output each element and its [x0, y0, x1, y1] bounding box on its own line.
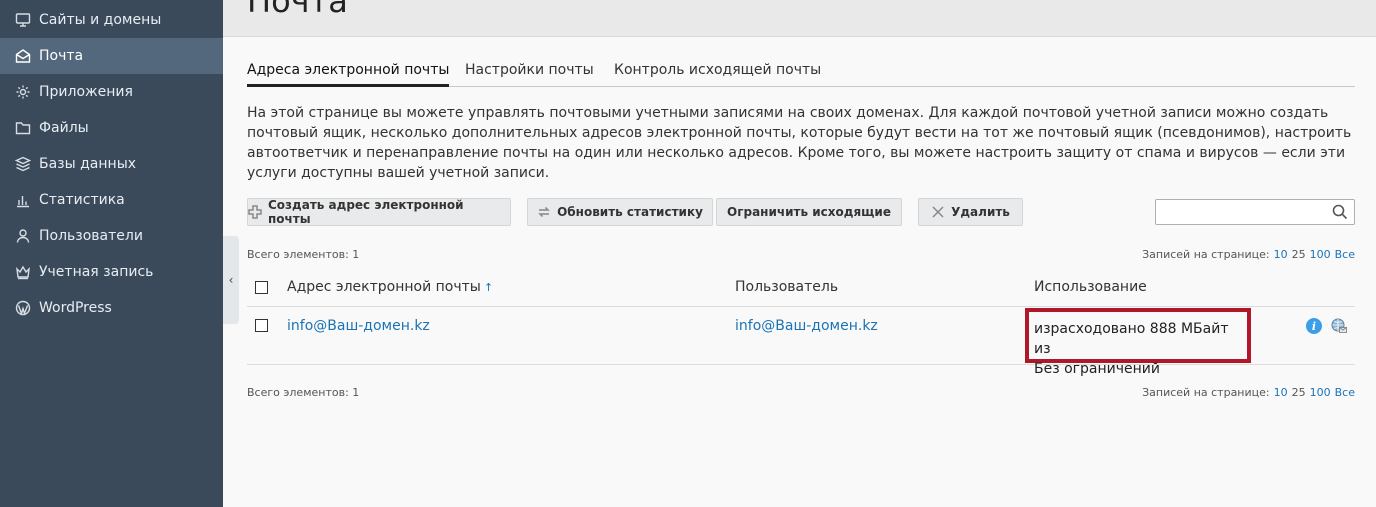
close-icon	[931, 205, 945, 219]
tab-outgoing-mail-control[interactable]: Контроль исходящей почты	[614, 62, 821, 87]
usage-cell-highlight: израсходовано 888 МБайт из Без ограничен…	[1025, 308, 1251, 377]
table-row: info@Ваш-домен.kz info@Ваш-домен.kz изра…	[247, 307, 1355, 377]
page-description: На этой странице вы можете управлять поч…	[247, 105, 1352, 181]
limit-outgoing-label: Ограничить исходящие	[727, 205, 891, 219]
crown-icon	[15, 264, 31, 280]
search-box	[1155, 199, 1355, 225]
user-icon	[15, 228, 31, 244]
sidebar-item-label: Пользователи	[39, 228, 143, 244]
chevron-left-icon: ‹	[228, 273, 234, 287]
sidebar-item-statistics[interactable]: Статистика	[0, 182, 223, 218]
per-page-option-25: 25	[1291, 248, 1306, 261]
sidebar-item-label: Базы данных	[39, 156, 137, 172]
sidebar-item-files[interactable]: Файлы	[0, 110, 223, 146]
sidebar-item-label: Учетная запись	[39, 264, 154, 280]
table-header: Адрес электронной почты ↑ Пользователь Ис…	[247, 270, 1355, 307]
sidebar-item-applications[interactable]: Приложения	[0, 74, 223, 110]
sidebar-item-mail[interactable]: Почта	[0, 38, 223, 74]
limit-outgoing-button[interactable]: Ограничить исходящие	[716, 198, 902, 226]
per-page-option-all[interactable]: Все	[1335, 248, 1355, 261]
database-icon	[15, 156, 31, 172]
folder-icon	[15, 120, 31, 136]
sidebar-item-label: Почта	[39, 48, 84, 64]
page-header: Почта	[223, 0, 1376, 37]
total-items-bottom: Всего элементов: 1	[247, 386, 360, 399]
row-checkbox[interactable]	[255, 319, 268, 332]
create-email-button[interactable]: Создать адрес электронной почты	[247, 198, 511, 226]
sidebar-collapse-handle[interactable]: ‹	[223, 236, 239, 324]
column-header-email-label: Адрес электронной почты	[287, 279, 481, 295]
per-page-selector-top: Записей на странице: 10 25 100 Все	[1142, 248, 1355, 261]
sidebar-item-users[interactable]: Пользователи	[0, 218, 223, 254]
per-page-option-25: 25	[1291, 386, 1306, 399]
gear-icon	[15, 84, 31, 100]
sidebar: Сайты и домены Почта Приложения Файлы Ба…	[0, 0, 223, 507]
sidebar-item-label: Сайты и домены	[39, 12, 162, 28]
refresh-icon	[537, 205, 551, 219]
sidebar-item-label: Статистика	[39, 192, 125, 208]
per-page-option-100[interactable]: 100	[1310, 386, 1331, 399]
bar-chart-icon	[15, 192, 31, 208]
sidebar-item-databases[interactable]: Базы данных	[0, 146, 223, 182]
refresh-statistics-label: Обновить статистику	[557, 205, 703, 219]
per-page-option-100[interactable]: 100	[1310, 248, 1331, 261]
tab-bar: Адреса электронной почты Настройки почты…	[247, 58, 1355, 87]
refresh-statistics-button[interactable]: Обновить статистику	[527, 198, 713, 226]
email-address-link[interactable]: info@Ваш-домен.kz	[287, 318, 430, 334]
page-title: Почта	[247, 0, 348, 20]
per-page-option-10[interactable]: 10	[1274, 386, 1288, 399]
sidebar-item-sites-domains[interactable]: Сайты и домены	[0, 2, 223, 38]
tab-mail-settings[interactable]: Настройки почты	[465, 62, 594, 87]
total-items-top: Всего элементов: 1	[247, 248, 360, 261]
column-header-usage[interactable]: Использование	[1034, 279, 1147, 295]
per-page-label: Записей на странице:	[1142, 386, 1270, 399]
info-icon[interactable]: i	[1306, 318, 1322, 334]
search-input[interactable]	[1156, 200, 1326, 224]
plus-icon	[248, 205, 262, 219]
per-page-option-10[interactable]: 10	[1274, 248, 1288, 261]
sidebar-item-label: WordPress	[39, 300, 112, 316]
tab-email-addresses[interactable]: Адреса электронной почты	[247, 62, 450, 87]
per-page-label: Записей на странице:	[1142, 248, 1270, 261]
usage-limit-text: Без ограничений	[1034, 361, 1160, 377]
delete-button[interactable]: Удалить	[918, 198, 1023, 226]
column-header-user[interactable]: Пользователь	[735, 279, 838, 295]
usage-text: израсходовано 888 МБайт из	[1034, 321, 1229, 357]
search-icon[interactable]	[1332, 204, 1348, 220]
sidebar-item-wordpress[interactable]: WordPress	[0, 290, 223, 326]
create-email-label: Создать адрес электронной почты	[268, 198, 464, 226]
mail-icon	[15, 48, 31, 64]
webmail-icon[interactable]	[1331, 318, 1347, 334]
column-header-email[interactable]: Адрес электронной почты ↑	[287, 279, 493, 295]
select-all-checkbox[interactable]	[255, 281, 268, 294]
monitor-icon	[15, 12, 31, 28]
sidebar-item-account[interactable]: Учетная запись	[0, 254, 223, 290]
per-page-selector-bottom: Записей на странице: 10 25 100 Все	[1142, 386, 1355, 399]
sidebar-item-label: Приложения	[39, 84, 133, 100]
delete-label: Удалить	[951, 205, 1010, 219]
wordpress-icon	[15, 300, 31, 316]
user-link[interactable]: info@Ваш-домен.kz	[735, 318, 878, 334]
sort-ascending-icon: ↑	[483, 281, 494, 294]
sidebar-item-label: Файлы	[39, 120, 89, 136]
per-page-option-all[interactable]: Все	[1335, 386, 1355, 399]
